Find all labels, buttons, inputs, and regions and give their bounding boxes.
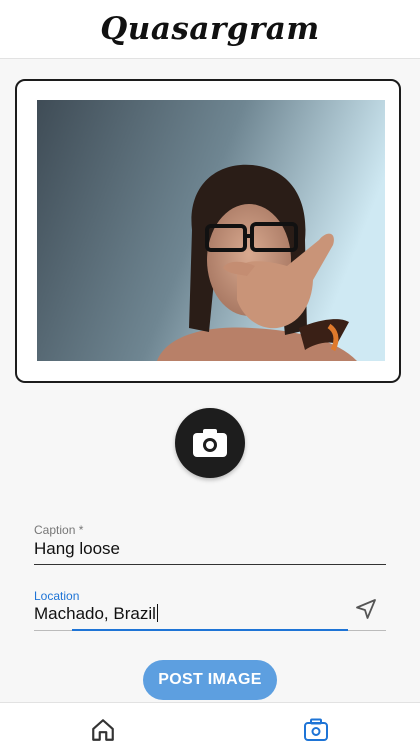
nav-camera[interactable]	[286, 703, 346, 756]
app-header: Quasargram	[0, 0, 420, 59]
nav-home[interactable]	[73, 703, 133, 756]
captured-photo	[37, 100, 385, 361]
photo-frame	[15, 79, 401, 383]
capture-photo-button[interactable]	[175, 408, 245, 478]
bottom-nav	[0, 702, 420, 756]
post-image-button[interactable]: POST IMAGE	[143, 660, 277, 700]
home-icon	[92, 718, 114, 741]
navigation-arrow-icon[interactable]	[354, 597, 378, 621]
location-label: Location	[34, 589, 80, 603]
caption-underline	[34, 564, 386, 565]
camera-icon	[193, 429, 227, 457]
caption-label: Caption *	[34, 523, 84, 537]
text-caret	[156, 604, 158, 622]
caption-field[interactable]: Caption * Hang loose	[34, 523, 386, 565]
location-input[interactable]: Machado, Brazil	[34, 604, 158, 624]
camera-icon	[304, 718, 328, 741]
location-field[interactable]: Location Machado, Brazil	[34, 589, 386, 631]
location-underline-focus	[72, 629, 348, 631]
caption-input[interactable]: Hang loose	[34, 539, 120, 559]
location-value: Machado, Brazil	[34, 604, 156, 623]
app-title: Quasargram	[100, 11, 320, 47]
